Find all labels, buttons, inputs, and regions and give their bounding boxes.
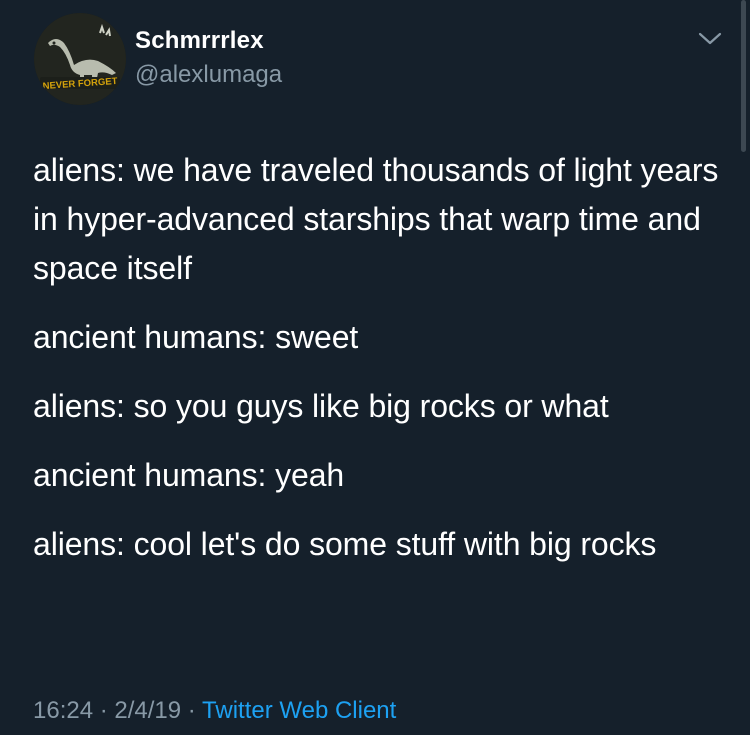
tweet-line: aliens: cool let's do some stuff with bi… — [33, 526, 657, 562]
user-handle[interactable]: @alexlumaga — [135, 61, 282, 89]
tweet-time[interactable]: 16:24 — [33, 697, 93, 724]
tweet-line: aliens: we have traveled thousands of li… — [33, 152, 719, 286]
chevron-down-icon[interactable] — [696, 29, 724, 49]
brontosaurus-icon: NEVER FORGET — [34, 13, 126, 105]
tweet-date[interactable]: 2/4/19 — [114, 697, 181, 724]
meta-separator: · — [93, 697, 115, 724]
tweet-line: ancient humans: sweet — [33, 319, 359, 355]
tweet-source-link[interactable]: Twitter Web Client — [202, 697, 396, 724]
meta-separator: · — [181, 697, 203, 724]
tweet-line: aliens: so you guys like big rocks or wh… — [33, 388, 609, 424]
display-name[interactable]: Schmrrrlex — [135, 27, 264, 55]
tweet-card: NEVER FORGET Schmrrrlex @alexlumaga alie… — [0, 0, 750, 735]
tweet-text: aliens: we have traveled thousands of li… — [33, 146, 733, 589]
scrollbar[interactable] — [741, 0, 746, 152]
tweet-line: ancient humans: yeah — [33, 457, 345, 493]
tweet-meta: 16:24 · 2/4/19 · Twitter Web Client — [33, 697, 396, 725]
avatar[interactable]: NEVER FORGET — [34, 13, 126, 105]
tweet-header: NEVER FORGET Schmrrrlex @alexlumaga — [34, 13, 734, 105]
